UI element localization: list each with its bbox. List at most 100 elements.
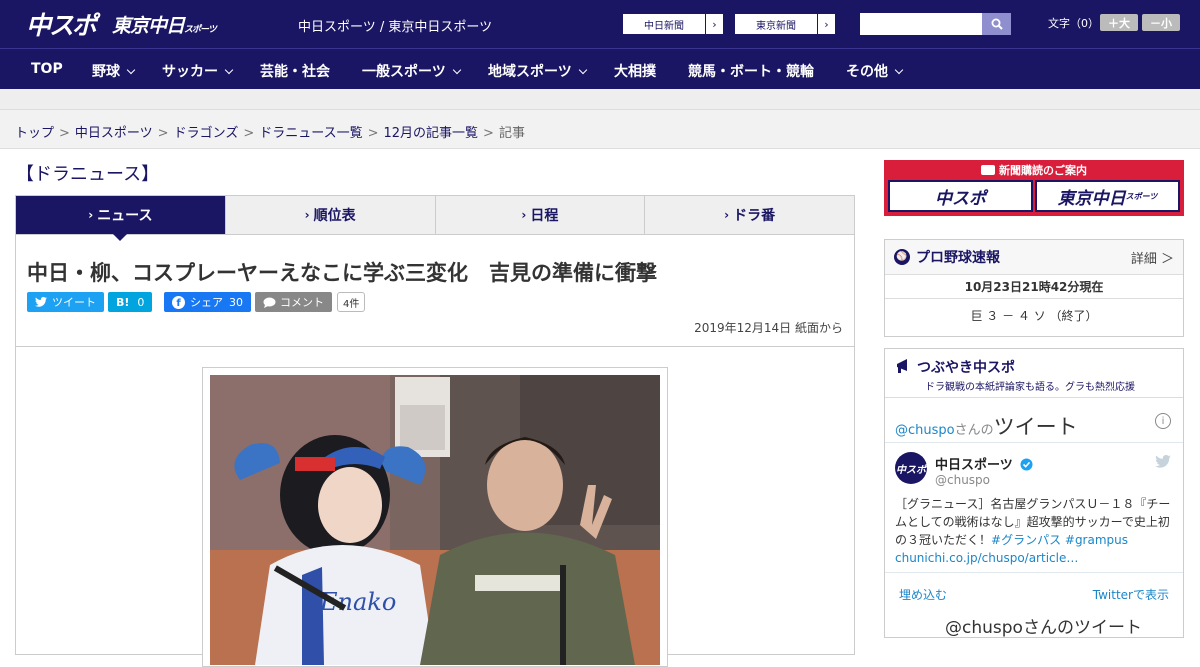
subscribe-tokyo-label: 東京中日	[1057, 188, 1126, 209]
chevron-down-icon	[224, 65, 234, 75]
nav-item-racing[interactable]: 競馬・ボート・競輪	[688, 61, 814, 81]
nav-label: TOP	[31, 61, 63, 77]
score-line[interactable]: 巨 ３ － ４ ソ （終了）	[885, 299, 1183, 334]
subscription-banner[interactable]: 新聞購読のご案内 中スポ 東京中日 スポーツ	[884, 160, 1184, 216]
tab-label: 日程	[530, 208, 559, 224]
nav-label: 芸能・社会	[260, 64, 330, 80]
nav-item-sumo[interactable]: 大相撲	[614, 61, 656, 81]
top-header: 中スポ 東京中日スポーツ 中日スポーツ / 東京中日スポーツ 中日新聞 › 東京…	[0, 0, 1200, 48]
chuspo-logo[interactable]: 中スポ	[26, 6, 97, 42]
tab-schedule[interactable]: › 日程	[434, 196, 645, 234]
tsubuyaki-subtitle: ドラ観戦の本紙評論家も語る。グラも熱烈応援	[925, 382, 1135, 393]
chevron-down-icon	[894, 65, 904, 75]
article-headline: 中日・柳、コスプレーヤーえなこに学ぶ三変化 吉見の準備に衝撃	[27, 261, 657, 285]
facebook-share-button[interactable]: f シェア 30	[164, 292, 251, 312]
nav-item-soccer[interactable]: サッカー	[162, 61, 234, 81]
nav-item-top[interactable]: TOP	[31, 61, 63, 77]
baseball-detail-link[interactable]: 詳細 ＞	[1131, 248, 1174, 267]
chunichi-shimbun-button[interactable]: 中日新聞 ›	[622, 13, 724, 35]
tokyo-shimbun-button[interactable]: 東京新聞 ›	[734, 13, 836, 35]
photo-illustration: Enako	[210, 375, 660, 665]
tab-news[interactable]: › ニュース	[16, 196, 225, 241]
tab-label: 順位表	[313, 208, 356, 224]
nav-item-other[interactable]: その他	[846, 61, 904, 81]
tweet-header-divider	[885, 442, 1183, 443]
nav-label: 大相撲	[614, 64, 656, 80]
site-title-link[interactable]: 中日スポーツ / 東京中日スポーツ	[298, 16, 492, 35]
subscribe-chuspo-button[interactable]: 中スポ	[888, 180, 1033, 212]
chevron-down-icon	[452, 65, 461, 75]
tokyo-chunichi-logo[interactable]: 東京中日スポーツ	[112, 11, 217, 38]
subscription-title-text: 新聞購読のご案内	[999, 164, 1087, 177]
twitter-bird-icon[interactable]	[1155, 455, 1171, 468]
view-on-twitter-link[interactable]: Twitterで表示	[1093, 586, 1169, 603]
breadcrumb-separator: >	[367, 126, 379, 141]
avatar[interactable]: 中スポ	[895, 452, 927, 484]
comment-count: 4件	[337, 292, 366, 312]
chevron-right-icon: ›	[705, 14, 723, 34]
font-bigger-button[interactable]: ＋大	[1100, 14, 1138, 31]
tweet-label: ツイート	[52, 296, 96, 309]
next-tweet-header: @chuspoさんのツイート	[945, 618, 1142, 638]
twitter-handle: @chuspo	[895, 423, 955, 438]
article-photo[interactable]: Enako	[210, 375, 660, 665]
tweet-link[interactable]: chunichi.co.jp/chuspo/article…	[895, 551, 1078, 565]
embed-link[interactable]: 埋め込む	[899, 586, 947, 603]
chevron-right-icon: ›	[304, 208, 310, 222]
tokyo-shimbun-label: 東京新聞	[756, 20, 796, 32]
tsubuyaki-widget: つぶやき中スポ ドラ観戦の本紙評論家も語る。グラも熱烈応援 @chuspoさんの…	[884, 348, 1184, 638]
info-icon[interactable]: i	[1155, 413, 1171, 429]
main-nav: TOP 野球 サッカー 芸能・社会 一般スポーツ 地域スポーツ 大相撲 競馬・ボ…	[0, 48, 1200, 89]
tweet-hashtags[interactable]: #グランパス #grampus	[991, 533, 1128, 547]
twitter-timeline-header[interactable]: @chuspoさんのツイート	[895, 411, 1078, 441]
breadcrumb-link[interactable]: ドラニュース一覧	[259, 126, 362, 141]
hatena-bookmark-button[interactable]: B! 0	[108, 292, 153, 312]
article-divider	[16, 346, 854, 347]
nav-item-entertainment[interactable]: 芸能・社会	[260, 61, 330, 81]
tab-label: ニュース	[97, 208, 153, 224]
comment-button[interactable]: コメント	[255, 292, 332, 312]
nav-item-baseball[interactable]: 野球	[92, 61, 136, 81]
subscribe-tokyo-chunichi-button[interactable]: 東京中日 スポーツ	[1035, 180, 1180, 212]
nav-label: その他	[846, 64, 888, 80]
article: 中日・柳、コスプレーヤーえなこに学ぶ三変化 吉見の準備に衝撃 ツイート B! 0…	[15, 235, 855, 667]
font-size-label: 文字（0）	[1048, 17, 1099, 30]
nav-item-general-sports[interactable]: 一般スポーツ	[362, 61, 461, 81]
search-button[interactable]	[982, 13, 1011, 35]
header-spacer	[0, 89, 1200, 109]
breadcrumb-link[interactable]: ドラゴンズ	[174, 126, 239, 141]
tab-standings[interactable]: › 順位表	[224, 196, 435, 234]
score-timestamp: 10月23日21時42分現在	[885, 275, 1183, 299]
breadcrumb-separator: >	[483, 126, 494, 141]
nav-item-regional-sports[interactable]: 地域スポーツ	[488, 61, 587, 81]
chevron-right-icon: ›	[88, 208, 94, 222]
newspaper-icon	[981, 165, 995, 175]
breadcrumb-bar: トップ > 中日スポーツ > ドラゴンズ > ドラニュース一覧 >12月の記事一覧 > 記事	[0, 109, 1200, 149]
tweet-text: ［グラニュース］名古屋グランパスＵ－１８『チームとしての戦術はなし』超攻撃的サッ…	[895, 495, 1175, 567]
tweet-footer-divider	[885, 572, 1183, 573]
tokyo-chunichi-logo-text: 東京中日	[112, 15, 185, 37]
breadcrumb-link[interactable]: 中日スポーツ	[75, 126, 153, 141]
facebook-icon: f	[172, 295, 185, 309]
baseball-scores-widget: ⚾ プロ野球速報 詳細 ＞ 10月23日21時42分現在 巨 ３ － ４ ソ （…	[884, 239, 1184, 337]
baseball-widget-header: ⚾ プロ野球速報 詳細 ＞	[885, 240, 1183, 275]
verified-badge-icon	[1020, 458, 1033, 471]
article-photo-frame: Enako	[202, 367, 668, 667]
nav-label: 競馬・ボート・競輪	[688, 64, 814, 80]
tab-dora-reporter[interactable]: › ドラ番	[644, 196, 854, 234]
tweet-account-name[interactable]: 中日スポーツ	[935, 454, 1033, 473]
font-smaller-button[interactable]: －小	[1142, 14, 1180, 31]
hatena-count: 0	[137, 295, 145, 309]
breadcrumb-separator: >	[59, 126, 70, 141]
breadcrumb-link[interactable]: 12月の記事一覧	[384, 126, 479, 141]
subscribe-tokyo-small: スポーツ	[1125, 191, 1158, 201]
tweet-account-name-text: 中日スポーツ	[935, 458, 1013, 473]
chunichi-shimbun-label: 中日新聞	[644, 20, 684, 32]
breadcrumb-link[interactable]: トップ	[15, 126, 54, 141]
search-input[interactable]	[860, 13, 982, 35]
chevron-down-icon	[578, 65, 587, 75]
twitter-bird-icon	[35, 297, 47, 307]
breadcrumb-separator: >	[157, 126, 169, 141]
tweet-button[interactable]: ツイート	[27, 292, 104, 312]
subscription-title: 新聞購読のご案内	[884, 162, 1184, 178]
